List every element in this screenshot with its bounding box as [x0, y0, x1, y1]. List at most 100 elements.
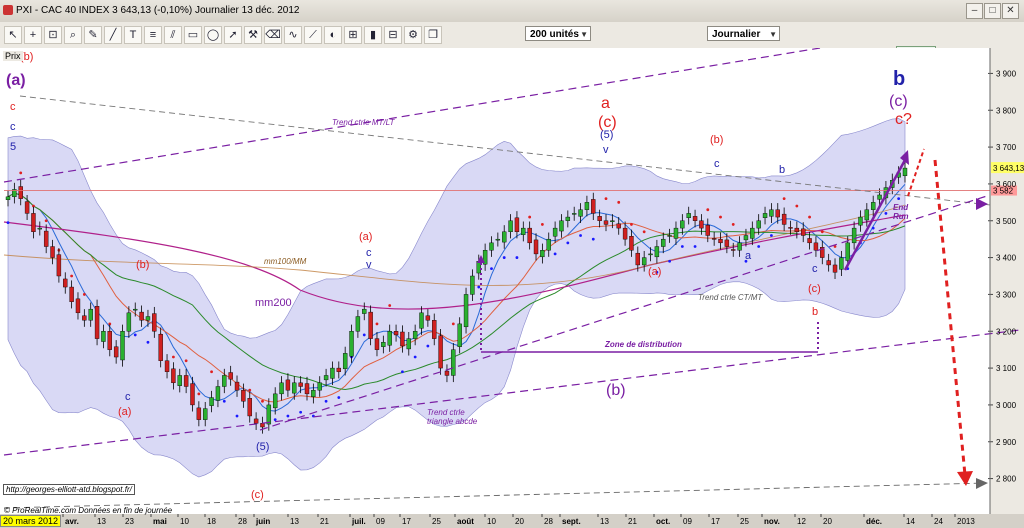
lock-icon[interactable]: ⊞	[344, 26, 362, 44]
candle-body	[266, 404, 272, 425]
annotation-label: (c)	[808, 283, 821, 295]
maximize-icon[interactable]: □	[984, 3, 1001, 19]
candle-body	[603, 220, 609, 225]
candle-body	[323, 375, 329, 381]
annotation-label: (a)	[648, 266, 661, 278]
x-tick-label: août	[457, 517, 474, 526]
candle-body	[737, 242, 742, 251]
arrow-icon[interactable]: ➚	[224, 26, 242, 44]
sar-dot	[299, 410, 303, 414]
candle-body	[272, 393, 278, 409]
candle-body	[870, 202, 876, 210]
annotation-label: c	[125, 391, 131, 403]
y-tick-label: 3 200	[996, 327, 1017, 336]
sar-dot	[210, 370, 213, 374]
close-icon[interactable]: ✕	[1002, 3, 1019, 19]
crosshair-icon[interactable]: +	[24, 26, 42, 44]
sar-dot	[617, 200, 621, 204]
candle-body	[342, 353, 348, 370]
ellipse-icon[interactable]: ◯	[204, 26, 222, 44]
x-tick-label: 23	[125, 517, 134, 526]
start-date-badge: 20 mars 2012	[0, 515, 62, 527]
candle-body	[18, 186, 23, 199]
x-tick-label: juil.	[351, 517, 366, 526]
x-tick-label: mai	[153, 517, 167, 526]
annotation-label: v	[366, 259, 372, 271]
candle-body	[317, 382, 322, 391]
color-icon[interactable]: ▮	[364, 26, 382, 44]
period-select[interactable]: Journalier ▼	[707, 26, 780, 41]
candle-body	[801, 228, 806, 236]
pencil-icon[interactable]: ✎	[84, 26, 102, 44]
units-select[interactable]: 200 unités ▼	[525, 26, 591, 41]
ruler-icon[interactable]: ⊡	[44, 26, 62, 44]
candle-body	[667, 235, 672, 237]
sar-dot	[477, 285, 481, 289]
candle-body	[851, 227, 857, 244]
candle-body	[362, 308, 367, 314]
units-select-value: 200 unités	[530, 29, 579, 40]
candle-body	[190, 383, 195, 406]
minimize-icon[interactable]: –	[966, 3, 983, 19]
candle-body	[355, 316, 361, 332]
grid-icon[interactable]: ⊟	[384, 26, 402, 44]
candle-body	[387, 331, 392, 346]
y-tick-label: 3 000	[996, 401, 1017, 410]
cursor-icon[interactable]: ↖	[4, 26, 22, 44]
candle-body	[37, 227, 43, 230]
sar-dot	[451, 322, 455, 326]
x-tick-label: nov.	[764, 517, 780, 526]
annotation-label: c	[812, 263, 818, 275]
sar-dot	[197, 392, 201, 396]
candle-body	[94, 306, 100, 339]
candle-body	[699, 220, 704, 229]
x-tick-label: 24	[934, 517, 943, 526]
candle-body	[139, 311, 144, 321]
sar-dot	[337, 396, 341, 399]
candle-body	[571, 213, 577, 215]
candle-body	[451, 349, 456, 376]
sar-dot	[502, 256, 506, 259]
text-icon[interactable]: T	[124, 26, 142, 44]
price-chart[interactable]: 3 643,133 582 (a)cc5b(c)c?a(c)(5)v(b)c bT…	[0, 48, 1024, 528]
candle-body	[222, 375, 227, 387]
sar-dot	[795, 204, 799, 208]
candle-body	[374, 338, 380, 350]
candle-body	[56, 254, 62, 277]
zoom-icon[interactable]: ⌕	[64, 26, 82, 44]
candle-body	[508, 220, 513, 233]
candle-body	[750, 227, 755, 239]
candle-body	[489, 242, 494, 251]
fibonacci-icon[interactable]: ≡	[144, 26, 162, 44]
candle-body	[686, 213, 691, 219]
sar-dot	[490, 267, 493, 271]
eraser-icon[interactable]: ⌫	[264, 26, 282, 44]
annotation-label: b	[812, 306, 818, 318]
annotation-label: a	[745, 250, 752, 262]
settings-icon[interactable]: ⚙	[404, 26, 422, 44]
hammer-icon[interactable]: ⚒	[244, 26, 262, 44]
trend-icon[interactable]: ⟋	[304, 26, 322, 44]
candle-body	[788, 227, 793, 229]
wave-icon[interactable]: ∿	[284, 26, 302, 44]
line-icon[interactable]: ╱	[104, 26, 122, 44]
channel-icon[interactable]: ⫽	[164, 26, 182, 44]
app-icon	[3, 5, 13, 15]
x-tick-label: 17	[402, 517, 411, 526]
x-tick-label: 13	[97, 517, 106, 526]
sar-dot	[235, 414, 239, 418]
palette-icon[interactable]: ◐	[324, 26, 342, 44]
duplicate-icon[interactable]: ❐	[424, 26, 442, 44]
y-tick-label: 3 400	[996, 254, 1017, 263]
x-tick-label: 12	[797, 517, 806, 526]
candle-body	[769, 209, 774, 217]
rectangle-icon[interactable]: ▭	[184, 26, 202, 44]
candle-body	[298, 382, 303, 387]
candle-body	[406, 338, 411, 350]
sar-dot	[630, 223, 633, 226]
blog-url[interactable]: http://georges-elliott-atd.blogspot.fr/	[3, 484, 135, 495]
y-tick-label: 3 800	[996, 106, 1017, 115]
candle-body	[724, 239, 730, 247]
sar-dot	[82, 293, 86, 296]
toolbar: ↖ + ⊡ ⌕ ✎ ╱ T ≡ ⫽ ▭ ◯ ➚ ⚒ ⌫ ∿ ⟋ ◐ ⊞ ▮ ⊟ …	[0, 22, 1024, 70]
